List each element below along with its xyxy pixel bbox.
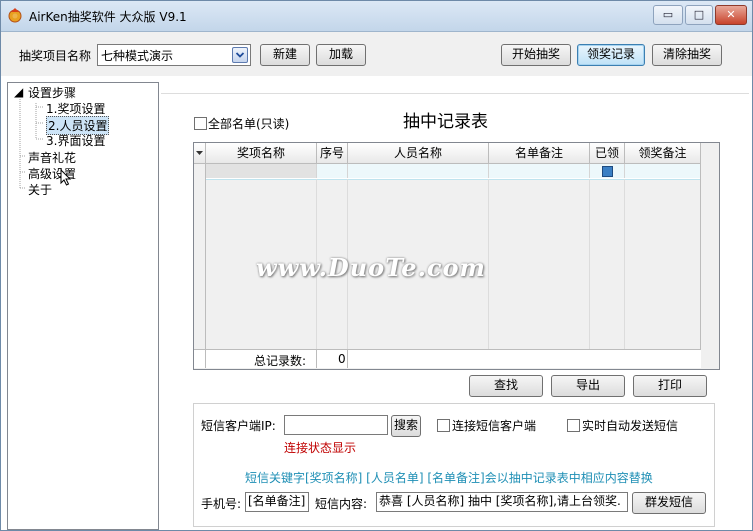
- mass-send-sms-button[interactable]: 群发短信: [632, 492, 706, 514]
- table-cell[interactable]: [590, 164, 625, 178]
- sms-ip-label: 短信客户端IP:: [201, 419, 276, 433]
- grid-line: [589, 179, 590, 349]
- maximize-icon: □: [693, 8, 705, 21]
- search-records-button[interactable]: 查找: [469, 375, 543, 397]
- load-button[interactable]: 加载: [316, 44, 366, 66]
- table-cell[interactable]: [206, 164, 317, 178]
- prize-records-button[interactable]: 领奖记录: [577, 44, 645, 66]
- project-name-label: 抽奖项目名称: [19, 49, 92, 63]
- maximize-button[interactable]: □: [685, 5, 713, 25]
- grid-line: [488, 179, 489, 349]
- start-draw-button[interactable]: 开始抽奖: [501, 44, 571, 66]
- export-button[interactable]: 导出: [551, 375, 625, 397]
- grid-line: [624, 179, 625, 349]
- table-cell[interactable]: [317, 164, 348, 178]
- app-logo-icon: [7, 7, 23, 23]
- sms-search-button[interactable]: 搜索: [391, 415, 421, 437]
- clear-draw-button[interactable]: 清除抽奖: [652, 44, 722, 66]
- auto-send-checkbox[interactable]: [567, 419, 580, 432]
- minimize-icon: ▭: [662, 8, 674, 21]
- mouse-cursor-icon: [60, 169, 72, 186]
- col-person-name[interactable]: 人员名称: [348, 143, 489, 164]
- table-cell[interactable]: [348, 164, 489, 178]
- col-claim-note[interactable]: 领奖备注: [625, 143, 701, 164]
- col-prize-name[interactable]: 奖项名称: [206, 143, 317, 164]
- claimed-checkbox[interactable]: [602, 166, 613, 177]
- close-button[interactable]: ✕: [715, 5, 747, 25]
- sms-ip-input[interactable]: [284, 415, 388, 435]
- phone-input[interactable]: [名单备注]: [245, 492, 309, 512]
- close-icon: ✕: [726, 8, 736, 21]
- settings-tree: ◢ 设置步骤 1.奖项设置 2.人员设置 3.界面设置 声音礼花 高级设置 关于: [7, 82, 159, 530]
- phone-label: 手机号:: [201, 497, 242, 511]
- window-title: AirKen抽奖软件 大众版 V9.1: [29, 10, 187, 24]
- app-window: AirKen抽奖软件 大众版 V9.1 ▭ □ ✕ 抽奖项目名称 七种模式演示 …: [0, 0, 753, 531]
- sms-content-input[interactable]: 恭喜 [人员名称] 抽中 [奖项名称],请上台领奖.: [376, 492, 628, 512]
- print-button[interactable]: 打印: [633, 375, 707, 397]
- sms-keyword-hint: 短信关键字[奖项名称] [人员名单] [名单备注]会以抽中记录表中相应内容替换: [245, 471, 653, 485]
- total-count-value: 0: [338, 352, 346, 366]
- project-select-value: 七种模式演示: [101, 49, 174, 63]
- table-row[interactable]: [206, 164, 701, 180]
- table-cell[interactable]: [489, 164, 590, 178]
- connect-sms-label: 连接短信客户端: [452, 419, 537, 433]
- records-title: 抽中记录表: [403, 112, 488, 132]
- tree-item-ui-settings[interactable]: 3.界面设置: [46, 132, 105, 149]
- col-index[interactable]: 序号: [317, 143, 348, 164]
- sms-content-label: 短信内容:: [315, 497, 368, 511]
- title-bar[interactable]: AirKen抽奖软件 大众版 V9.1 ▭ □ ✕: [1, 1, 752, 32]
- table-cell[interactable]: [625, 164, 701, 178]
- chevron-down-icon[interactable]: [232, 47, 248, 63]
- project-select[interactable]: 七种模式演示: [97, 44, 251, 66]
- col-list-note[interactable]: 名单备注: [489, 143, 590, 164]
- tree-item-prize-settings[interactable]: 1.奖项设置: [46, 100, 105, 117]
- minimize-button[interactable]: ▭: [653, 5, 683, 25]
- row-header-corner[interactable]: [194, 143, 206, 164]
- total-count-label: 总记录数:: [254, 354, 307, 368]
- tree-lines: [19, 99, 44, 189]
- auto-send-label: 实时自动发送短信: [582, 419, 679, 433]
- connect-sms-checkbox[interactable]: [437, 419, 450, 432]
- row-header-column: [194, 164, 206, 349]
- table-footer: 总记录数: 0: [194, 349, 701, 368]
- top-toolbar: 抽奖项目名称 七种模式演示 新建 加载 开始抽奖 领奖记录 清除抽奖: [1, 32, 752, 76]
- col-claimed[interactable]: 已领: [590, 143, 625, 164]
- all-list-checkbox[interactable]: [194, 117, 207, 130]
- new-button[interactable]: 新建: [260, 44, 310, 66]
- grid-line: [700, 143, 701, 367]
- all-list-label: 全部名单(只读): [208, 117, 290, 131]
- connection-status-text: 连接状态显示: [284, 441, 357, 455]
- watermark-text: www.DuoTe.com: [256, 253, 486, 282]
